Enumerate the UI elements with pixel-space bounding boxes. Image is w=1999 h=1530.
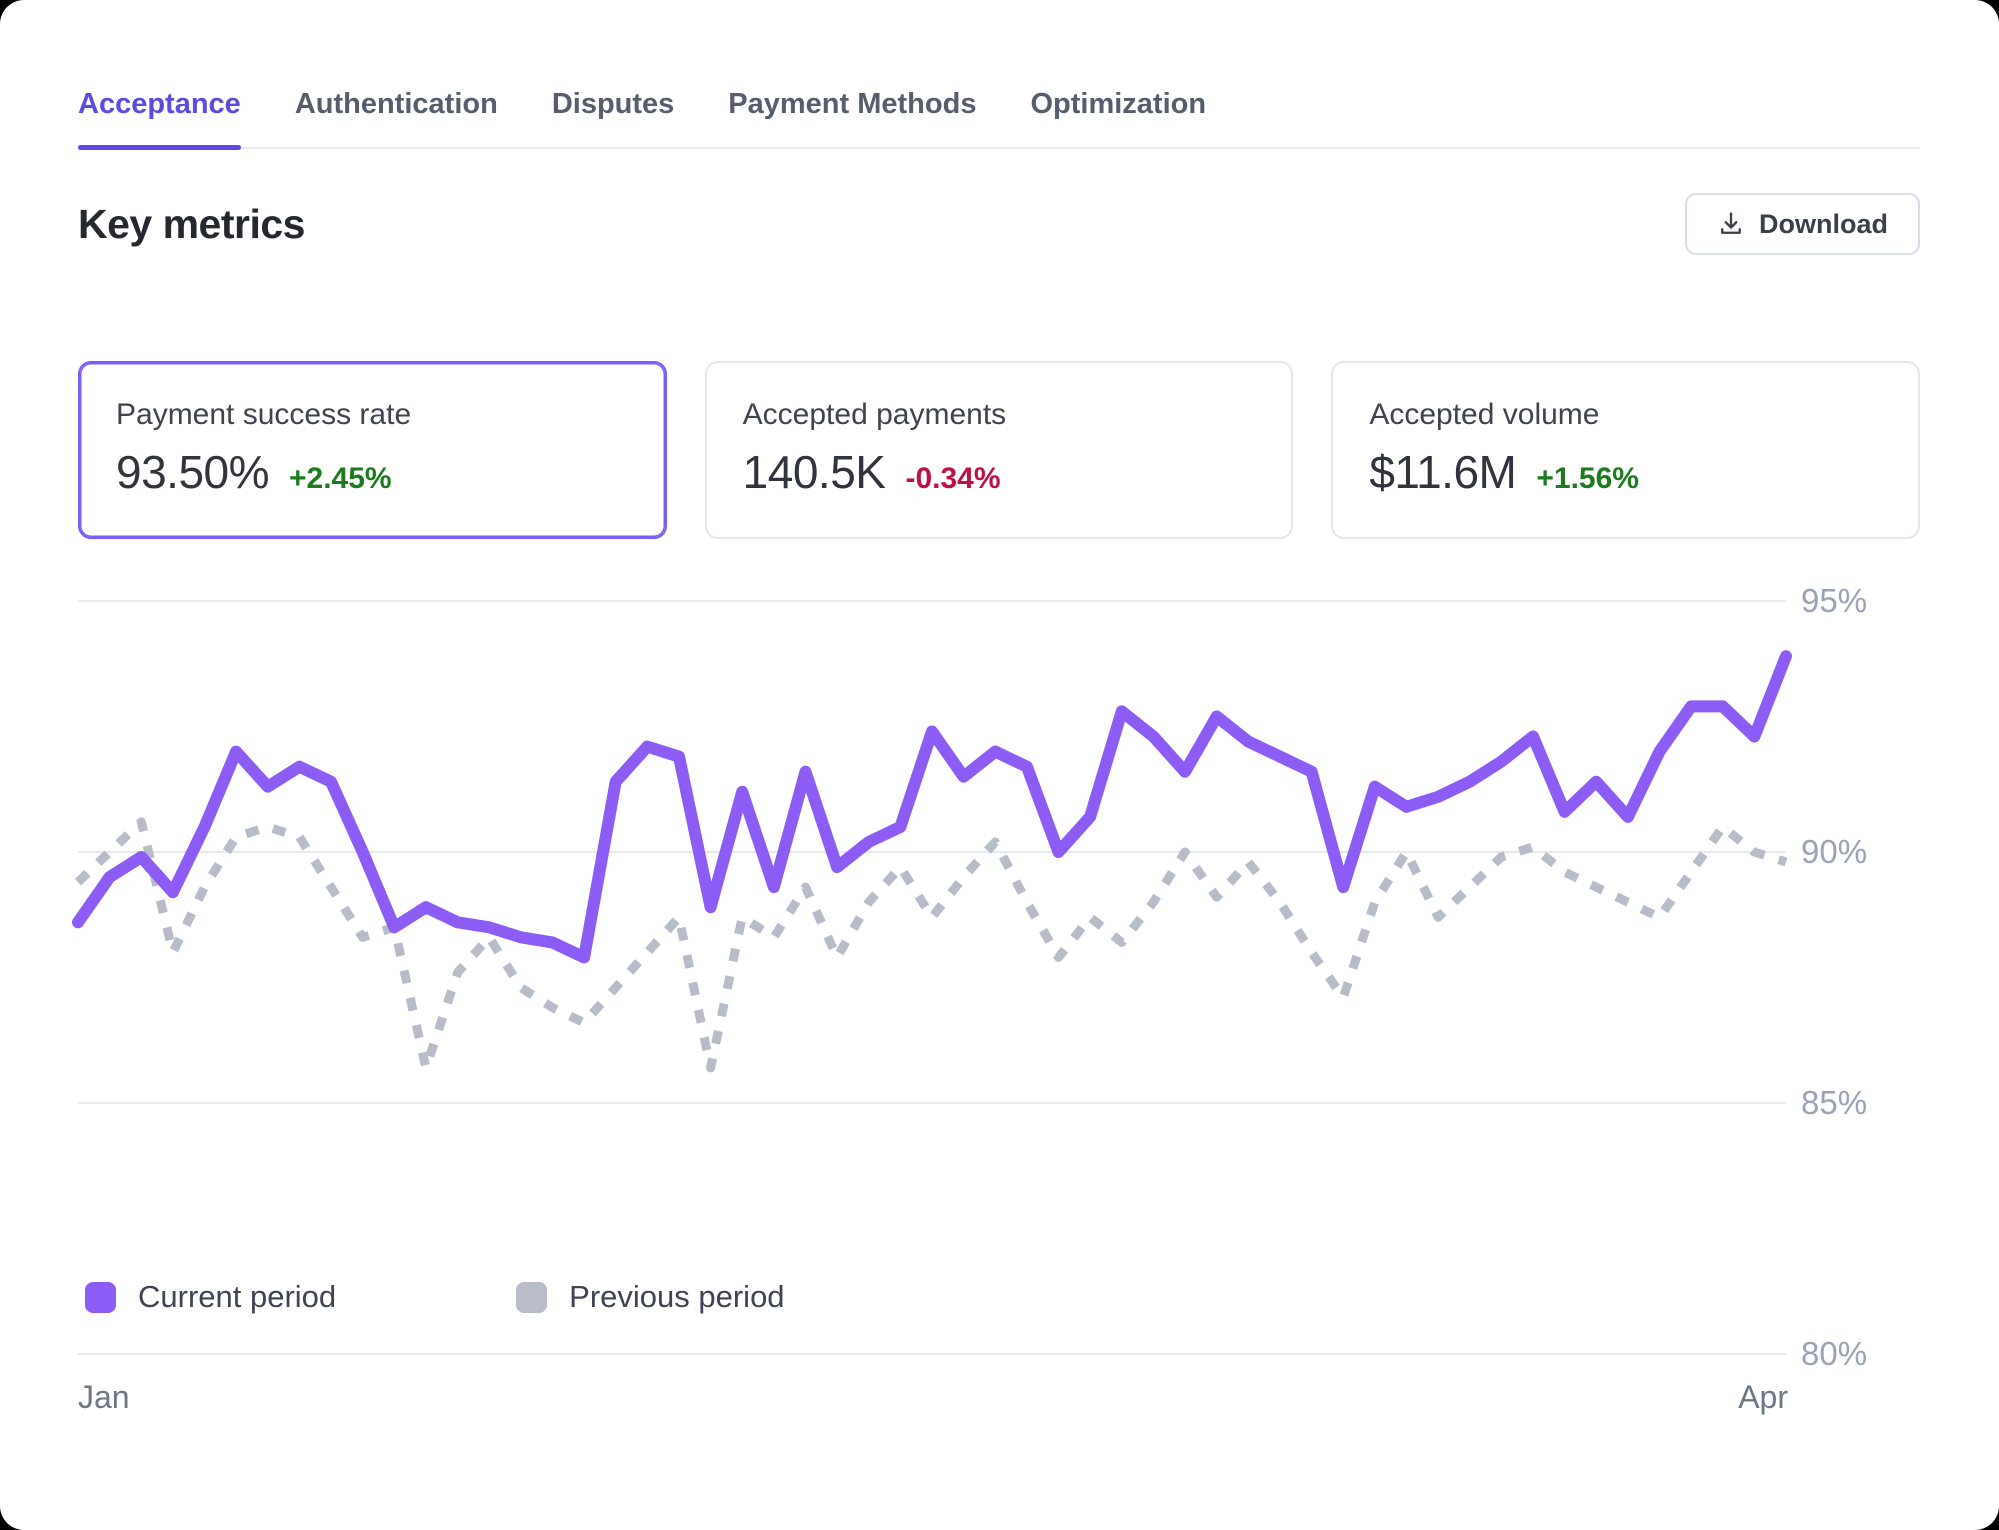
download-label: Download (1759, 209, 1888, 240)
metric-delta: +1.56% (1536, 462, 1639, 496)
metric-card-payment-success-rate[interactable]: Payment success rate 93.50% +2.45% (78, 361, 667, 539)
metric-label: Payment success rate (116, 395, 629, 435)
metric-value: 140.5K (743, 445, 886, 499)
metric-delta: -0.34% (905, 462, 1000, 496)
x-axis: Jan Apr (78, 1379, 1788, 1416)
y-axis-tick-80: 80% (1801, 1332, 1867, 1376)
metric-card-accepted-volume[interactable]: Accepted volume $11.6M +1.56% (1331, 361, 1920, 539)
tab-acceptance[interactable]: Acceptance (78, 88, 241, 147)
legend-label: Previous period (569, 1279, 784, 1315)
dashboard-page: Acceptance Authentication Disputes Payme… (0, 0, 1999, 1530)
tab-authentication[interactable]: Authentication (295, 88, 498, 147)
tab-bar: Acceptance Authentication Disputes Payme… (78, 88, 1920, 149)
legend-item-current-period[interactable]: Current period (85, 1279, 336, 1315)
current-period-swatch (85, 1282, 116, 1313)
page-title: Key metrics (78, 201, 305, 248)
tab-payment-methods[interactable]: Payment Methods (728, 88, 976, 147)
metric-label: Accepted payments (743, 395, 1256, 435)
metric-label: Accepted volume (1369, 395, 1882, 435)
y-axis-tick-90: 90% (1801, 830, 1867, 874)
metric-cards: Payment success rate 93.50% +2.45% Accep… (78, 361, 1920, 539)
legend-item-previous-period[interactable]: Previous period (516, 1279, 784, 1315)
metric-value: 93.50% (116, 445, 269, 499)
metric-card-accepted-payments[interactable]: Accepted payments 140.5K -0.34% (705, 361, 1294, 539)
y-axis-tick-85: 85% (1801, 1081, 1867, 1125)
x-axis-tick-jan: Jan (78, 1379, 130, 1416)
tab-optimization[interactable]: Optimization (1030, 88, 1206, 147)
metric-delta: +2.45% (289, 462, 392, 496)
previous-period-swatch (516, 1282, 547, 1313)
download-button[interactable]: Download (1685, 193, 1920, 255)
legend-label: Current period (138, 1279, 336, 1315)
chart-canvas[interactable] (0, 557, 1999, 1377)
tab-disputes[interactable]: Disputes (552, 88, 674, 147)
metric-value: $11.6M (1369, 445, 1516, 499)
y-axis-tick-95: 95% (1801, 579, 1867, 623)
download-icon (1717, 210, 1745, 238)
success-rate-chart: 95% 90% 85% 80% Current period Previous … (0, 557, 1999, 1437)
chart-legend: Current period Previous period (85, 1279, 785, 1315)
x-axis-tick-apr: Apr (1738, 1379, 1788, 1416)
header-row: Key metrics Download (78, 193, 1920, 255)
